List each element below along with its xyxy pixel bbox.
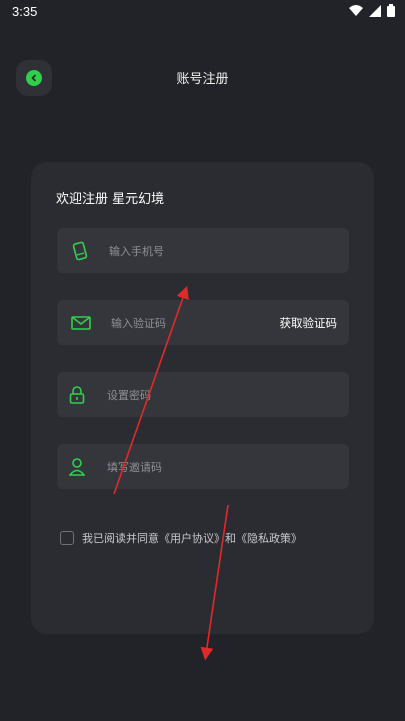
invite-placeholder: 填写邀请码 (107, 460, 162, 474)
code-input[interactable]: 输入验证码 获取验证码 (57, 300, 349, 345)
agreement-text[interactable]: 我已阅读并同意《用户协议》和《隐私政策》 (82, 530, 302, 546)
password-placeholder: 设置密码 (107, 388, 151, 402)
status-icons (349, 4, 395, 17)
battery-icon (387, 4, 395, 17)
agreement-checkbox[interactable] (60, 531, 74, 545)
welcome-text: 欢迎注册 星元幻境 (56, 192, 165, 207)
phone-placeholder: 输入手机号 (109, 244, 164, 258)
user-icon (57, 444, 97, 489)
signal-icon (369, 4, 381, 17)
mail-icon (57, 300, 105, 345)
agreement-row: 我已阅读并同意《用户协议》和《隐私政策》 (60, 530, 302, 546)
status-time: 3:35 (12, 4, 38, 19)
phone-input[interactable]: 输入手机号 (57, 228, 349, 273)
status-bar: 3:35 (0, 0, 405, 24)
password-input[interactable]: 设置密码 (57, 372, 349, 417)
invite-input[interactable]: 填写邀请码 (57, 444, 349, 489)
wifi-icon (349, 4, 363, 17)
lock-icon (57, 372, 97, 417)
get-code-button[interactable]: 获取验证码 (280, 315, 338, 331)
phone-icon (57, 228, 105, 273)
code-placeholder: 输入验证码 (111, 316, 166, 330)
page-title: 账号注册 (176, 72, 229, 87)
